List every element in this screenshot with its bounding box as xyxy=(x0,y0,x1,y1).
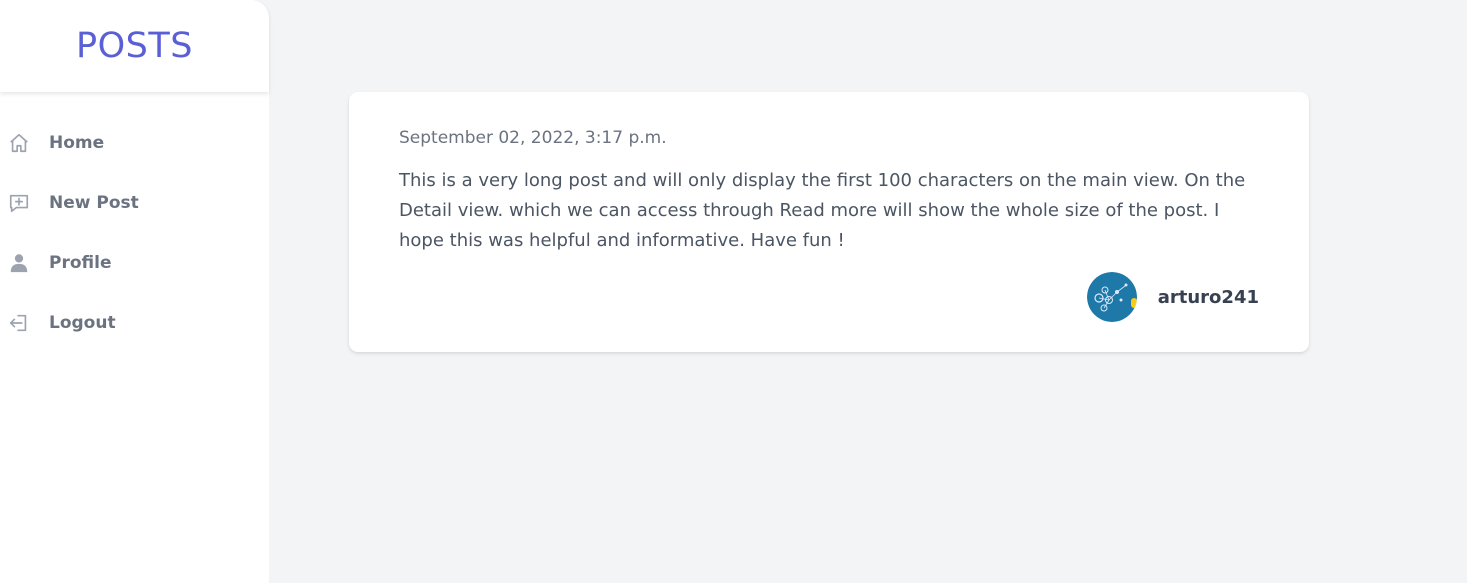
user-icon xyxy=(8,252,30,274)
brand-title[interactable]: POSTS xyxy=(76,26,193,66)
post-date: September 02, 2022, 3:17 p.m. xyxy=(399,128,667,148)
new-post-icon xyxy=(8,192,30,214)
home-icon xyxy=(8,132,30,154)
brand-header: POSTS xyxy=(0,0,269,92)
sidebar: POSTS Home New Post Profile Logout xyxy=(0,0,269,583)
post-author[interactable]: arturo241 xyxy=(1086,272,1259,322)
sidebar-item-label: New Post xyxy=(49,193,139,213)
sidebar-item-profile[interactable]: Profile xyxy=(0,233,269,293)
sidebar-item-home[interactable]: Home xyxy=(0,113,269,173)
sidebar-item-label: Home xyxy=(49,133,105,153)
sidebar-item-new-post[interactable]: New Post xyxy=(0,173,269,233)
author-name[interactable]: arturo241 xyxy=(1158,287,1259,308)
post-body: This is a very long post and will only d… xyxy=(399,170,1246,251)
post-card[interactable]: September 02, 2022, 3:17 p.m. This is a … xyxy=(349,92,1309,352)
logout-icon xyxy=(8,312,30,334)
avatar[interactable] xyxy=(1086,272,1137,322)
sidebar-nav: Home New Post Profile Logout xyxy=(0,113,269,353)
sidebar-item-logout[interactable]: Logout xyxy=(0,293,269,353)
sidebar-item-label: Logout xyxy=(49,313,116,333)
sidebar-item-label: Profile xyxy=(49,253,112,273)
